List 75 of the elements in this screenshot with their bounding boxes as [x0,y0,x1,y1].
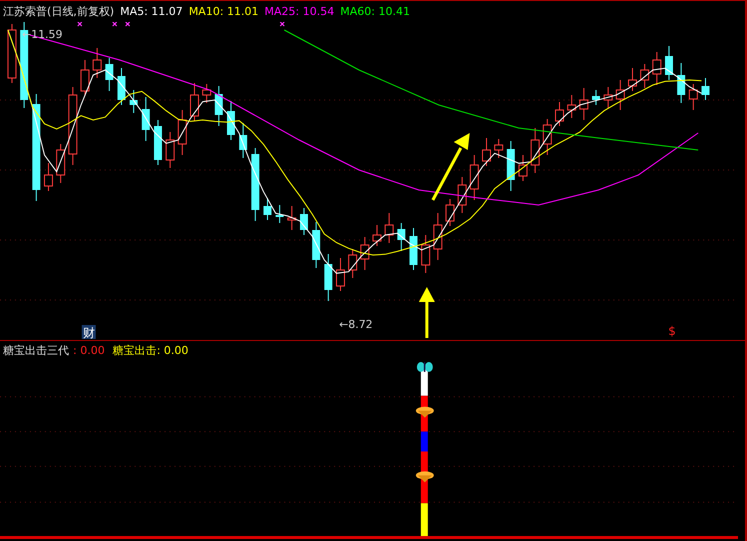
stock-title: 江苏索普(日线,前复权) [3,4,114,19]
candlestick [117,68,126,106]
candlestick [702,78,710,100]
candlestick [494,138,504,158]
candlestick [360,236,370,270]
candlestick [142,96,150,142]
candlestick [227,100,235,140]
candlestick [166,132,175,168]
candlestick [677,62,686,104]
candlestick [506,140,515,192]
candlestick [190,82,199,122]
candlestick [80,60,90,96]
candlestick [542,118,552,156]
candlestick [178,110,187,156]
candlestick [202,84,212,104]
candlestick [688,84,698,110]
candlestick [287,206,296,230]
butterfly-icon [416,362,433,372]
up-arrow [418,287,435,338]
dividend-tag[interactable]: $ [668,324,676,338]
candlestick [276,204,284,224]
finance-tag[interactable]: 财 [82,326,95,340]
candlestick [567,94,576,118]
candlestick [348,248,358,278]
ingot-icon [416,406,434,418]
candlestick [421,234,430,274]
candlestick [336,258,345,292]
indicator-value: MA5: 11.07 [120,5,183,18]
candlestick [410,228,418,270]
candlestick [665,46,673,80]
candlestick [592,90,600,106]
candlestick [154,120,162,166]
candlestick [458,176,467,214]
candlestick [579,88,588,120]
candlestick [92,48,102,78]
candlestick [433,212,442,260]
candlestick [530,128,540,174]
indicator-value: MA60: 10.41 [340,5,410,18]
cross-icon [112,22,118,26]
candlestick [640,64,650,88]
candlestick [130,90,138,114]
finance-tag-background [82,325,96,339]
candlestick [324,254,332,302]
candlestick [44,162,53,192]
cross-icon [125,22,130,26]
candlestick [264,198,272,220]
candlestick [300,208,308,236]
indicator-name: 糖宝出击三代 [3,342,69,358]
candlestick [616,80,625,110]
candlestick [105,58,114,92]
candlestick [470,154,479,200]
candlestick [214,86,223,126]
indicator-value: MA10: 11.01 [188,5,259,18]
candlestick [7,24,16,84]
candlestick [239,122,248,158]
cross-icon [280,22,285,26]
cross-icon [77,22,82,26]
candlestick [372,224,382,246]
candlestick [384,212,394,244]
candlestick [555,102,564,126]
diagonal-arrow [432,133,470,201]
candlestick [652,52,662,86]
indicator-value: MA25: 10.54 [264,5,334,18]
candlestick [628,68,637,92]
indicator-value: : 0.00 [73,344,105,356]
candlestick [604,86,613,108]
signal-value: 糖宝出击: 0.00 [112,342,188,358]
candlestick [518,154,528,182]
low-price-label: ←8.72 [339,318,373,331]
candlestick [482,138,491,166]
candlestick [397,222,406,252]
candlestick [312,222,320,268]
ingot-icon [416,471,434,482]
candlestick [56,144,66,184]
candlestick [446,198,454,226]
